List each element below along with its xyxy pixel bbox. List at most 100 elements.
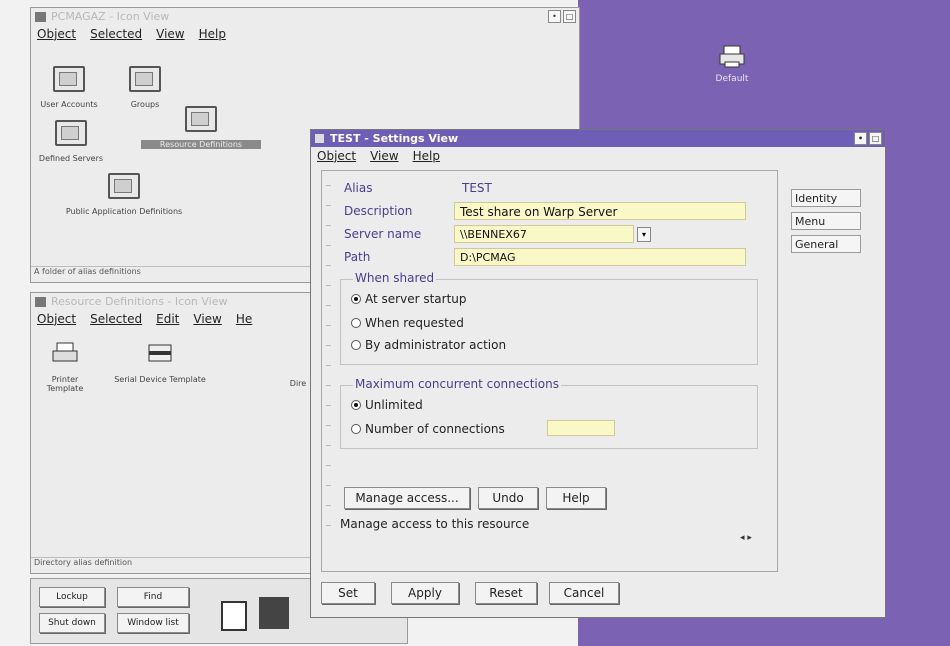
icon-directory[interactable]: Dire [283, 379, 313, 388]
maximize-button[interactable]: □ [869, 132, 882, 145]
binder-ring [326, 325, 331, 326]
binder-ring [326, 185, 331, 186]
binder-ring [326, 305, 331, 306]
resource-titlebar[interactable]: Resource Definitions - Icon View [31, 293, 317, 310]
folder-icon [35, 11, 46, 22]
tab-menu[interactable]: Menu [791, 212, 861, 230]
when-shared-title: When shared [353, 271, 437, 285]
tab-general[interactable]: General [791, 235, 861, 253]
pcmag-titlebar[interactable]: PCMAGAZ - Icon View • □ [31, 8, 579, 25]
resource-status-bar: Directory alias definition [31, 557, 317, 572]
settings-titlebar[interactable]: TEST - Settings View • □ [311, 130, 885, 147]
server-dropdown-button[interactable]: ▾ [637, 227, 651, 242]
folder-icon [35, 296, 46, 307]
icon-label: Public Application Definitions [65, 207, 183, 216]
icon-resource-definitions[interactable]: Resource Definitions [141, 106, 261, 149]
icon-printer-template[interactable]: Printer Template [33, 341, 97, 393]
binder-ring [326, 365, 331, 366]
set-button[interactable]: Set [321, 582, 375, 604]
help-button[interactable]: Help [546, 487, 606, 509]
path-field[interactable]: D:\PCMAG [454, 248, 746, 266]
folder-icon [129, 66, 161, 92]
binder-ring [326, 205, 331, 206]
settings-notebook-page: Alias TEST Description Test share on War… [321, 170, 778, 572]
menu-help[interactable]: He [236, 312, 252, 326]
reset-button[interactable]: Reset [475, 582, 537, 604]
icon-user-accounts[interactable]: User Accounts [35, 66, 103, 109]
radio-selected-icon [351, 294, 361, 304]
apply-button[interactable]: Apply [391, 582, 459, 604]
connections-spinbox[interactable] [547, 420, 615, 436]
binder-ring [326, 385, 331, 386]
pcmag-menubar: Object Selected View Help [31, 25, 579, 43]
max-connections-title: Maximum concurrent connections [353, 377, 561, 391]
menu-selected[interactable]: Selected [90, 27, 142, 41]
radio-by-admin[interactable]: By administrator action [351, 338, 506, 352]
radio-label: Number of connections [365, 422, 505, 436]
tab-identity[interactable]: Identity [791, 189, 861, 207]
binder-ring [326, 405, 331, 406]
binder-ring [326, 505, 331, 506]
icon-label: Dire [289, 379, 307, 388]
menu-view[interactable]: View [193, 312, 221, 326]
binder-ring [326, 525, 331, 526]
printer-icon [52, 342, 78, 362]
binder-ring [326, 465, 331, 466]
server-name-field[interactable]: \\BENNEX67 [454, 225, 634, 243]
icon-serial-device-template[interactable]: Serial Device Template [107, 341, 213, 384]
arrow-right-icon[interactable]: ▸ [747, 533, 752, 543]
settings-menubar: Object View Help [311, 147, 885, 165]
radio-selected-icon [351, 400, 361, 410]
manage-access-button[interactable]: Manage access... [344, 487, 470, 509]
icon-public-app-definitions[interactable]: Public Application Definitions [39, 173, 209, 216]
menu-object[interactable]: Object [317, 149, 356, 163]
undo-button[interactable]: Undo [478, 487, 538, 509]
description-field[interactable]: Test share on Warp Server [454, 202, 746, 220]
menu-view[interactable]: View [156, 27, 184, 41]
find-button[interactable]: Find [117, 587, 189, 607]
when-shared-group: When shared At server startup When reque… [340, 271, 758, 365]
radio-label: By administrator action [365, 338, 507, 352]
serial-device-icon [148, 344, 172, 362]
notebook-status-text: Manage access to this resource [340, 517, 530, 531]
resource-window-title: Resource Definitions - Icon View [51, 295, 228, 308]
settings-object-icon [315, 134, 324, 143]
icon-defined-servers[interactable]: Defined Servers [35, 120, 107, 163]
binder-ring [326, 485, 331, 486]
desktop-printer-object[interactable]: Default [700, 44, 764, 84]
arrow-left-icon[interactable]: ◂ [740, 533, 745, 543]
menu-view[interactable]: View [370, 149, 398, 163]
shut-down-button[interactable]: Shut down [39, 613, 105, 633]
icon-label: Printer Template [46, 375, 84, 393]
maximize-button[interactable]: □ [563, 10, 576, 23]
window-list-button[interactable]: Window list [117, 613, 189, 633]
desktop-icon-label: Default [715, 74, 749, 84]
minimize-button[interactable]: • [854, 132, 867, 145]
icon-groups[interactable]: Groups [123, 66, 167, 109]
minimize-button[interactable]: • [548, 10, 561, 23]
menu-help[interactable]: Help [413, 149, 440, 163]
radio-number-of-connections[interactable]: Number of connections [351, 422, 505, 436]
menu-selected[interactable]: Selected [90, 312, 142, 326]
page-arrows[interactable]: ◂ ▸ [740, 533, 752, 543]
menu-edit[interactable]: Edit [156, 312, 179, 326]
drive-icon[interactable] [221, 601, 247, 631]
resource-definitions-window: Resource Definitions - Icon View Object … [30, 292, 318, 574]
lockup-button[interactable]: Lockup [39, 587, 105, 607]
radio-at-startup[interactable]: At server startup [351, 292, 467, 306]
icon-label: Resource Definitions [141, 140, 261, 149]
alias-label: Alias [344, 181, 373, 195]
pcmag-window-title: PCMAGAZ - Icon View [51, 10, 170, 23]
chevron-down-icon: ▾ [641, 230, 646, 239]
monitor-icon[interactable] [259, 597, 289, 629]
binder-ring [326, 265, 331, 266]
radio-when-requested[interactable]: When requested [351, 316, 464, 330]
menu-object[interactable]: Object [37, 312, 76, 326]
settings-view-window: TEST - Settings View • □ Object View Help… [310, 129, 886, 618]
folder-icon [108, 173, 140, 199]
cancel-button[interactable]: Cancel [549, 582, 619, 604]
radio-unlimited[interactable]: Unlimited [351, 398, 423, 412]
description-label: Description [344, 204, 413, 218]
menu-object[interactable]: Object [37, 27, 76, 41]
menu-help[interactable]: Help [199, 27, 226, 41]
